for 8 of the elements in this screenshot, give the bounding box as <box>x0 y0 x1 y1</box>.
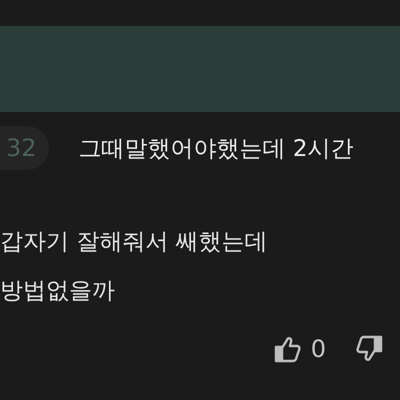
thumbs-up-icon <box>272 334 303 364</box>
dislike-button[interactable] <box>354 334 384 364</box>
thumbs-down-icon <box>354 334 384 364</box>
comment-line: 방법없을까 <box>0 277 116 306</box>
comment-line: 갑자기 잘해줘서 쌔했는데 <box>0 228 269 257</box>
chapter-title: 그때말했어야했는데 2시간 <box>78 134 354 164</box>
like-button[interactable]: 0 <box>272 334 326 364</box>
count-badge: 32 <box>0 126 49 170</box>
